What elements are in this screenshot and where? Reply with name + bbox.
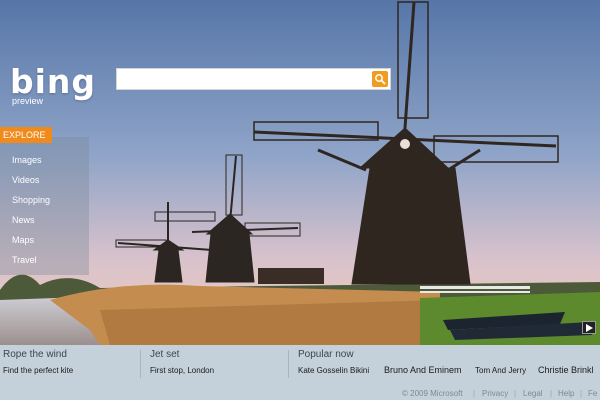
explore-item-images[interactable]: Images xyxy=(12,155,42,165)
popular-item[interactable]: Christie Brinkl xyxy=(538,365,594,375)
explore-item-maps[interactable]: Maps xyxy=(12,235,34,245)
footer-separator: | xyxy=(580,389,583,398)
section-link-kite[interactable]: Find the perfect kite xyxy=(3,366,73,375)
search-input[interactable] xyxy=(117,69,371,89)
background-image xyxy=(0,0,600,345)
footer-separator: | xyxy=(550,389,553,398)
popular-item[interactable]: Kate Gosselin Bikini xyxy=(298,366,369,375)
divider xyxy=(140,350,141,378)
copyright: © 2009 Microsoft xyxy=(402,389,463,398)
footer-link-help[interactable]: Help xyxy=(558,389,574,398)
popular-item[interactable]: Bruno And Eminem xyxy=(384,365,462,375)
footer-link-privacy[interactable]: Privacy xyxy=(482,389,508,398)
footer-link-feedback[interactable]: Fe xyxy=(588,389,597,398)
explore-tab[interactable]: EXPLORE xyxy=(0,127,52,143)
divider xyxy=(288,350,289,378)
explore-item-shopping[interactable]: Shopping xyxy=(12,195,50,205)
popular-item[interactable]: Tom And Jerry xyxy=(475,366,526,375)
footer-link-legal[interactable]: Legal xyxy=(523,389,543,398)
footer-separator: | xyxy=(514,389,517,398)
footer-separator: | xyxy=(473,389,476,398)
logo-subtitle: preview xyxy=(12,96,44,106)
section-title-jetset[interactable]: Jet set xyxy=(150,349,179,360)
arrow-right-icon xyxy=(586,324,593,332)
explore-item-travel[interactable]: Travel xyxy=(12,255,37,265)
section-title-rope[interactable]: Rope the wind xyxy=(3,349,67,360)
section-link-london[interactable]: First stop, London xyxy=(150,366,214,375)
explore-item-videos[interactable]: Videos xyxy=(12,175,39,185)
search-icon xyxy=(375,74,386,85)
next-image-button[interactable] xyxy=(582,321,596,334)
explore-item-news[interactable]: News xyxy=(12,215,35,225)
search-button[interactable] xyxy=(372,71,388,87)
popular-now-title: Popular now xyxy=(298,349,354,360)
search-box xyxy=(116,68,391,90)
